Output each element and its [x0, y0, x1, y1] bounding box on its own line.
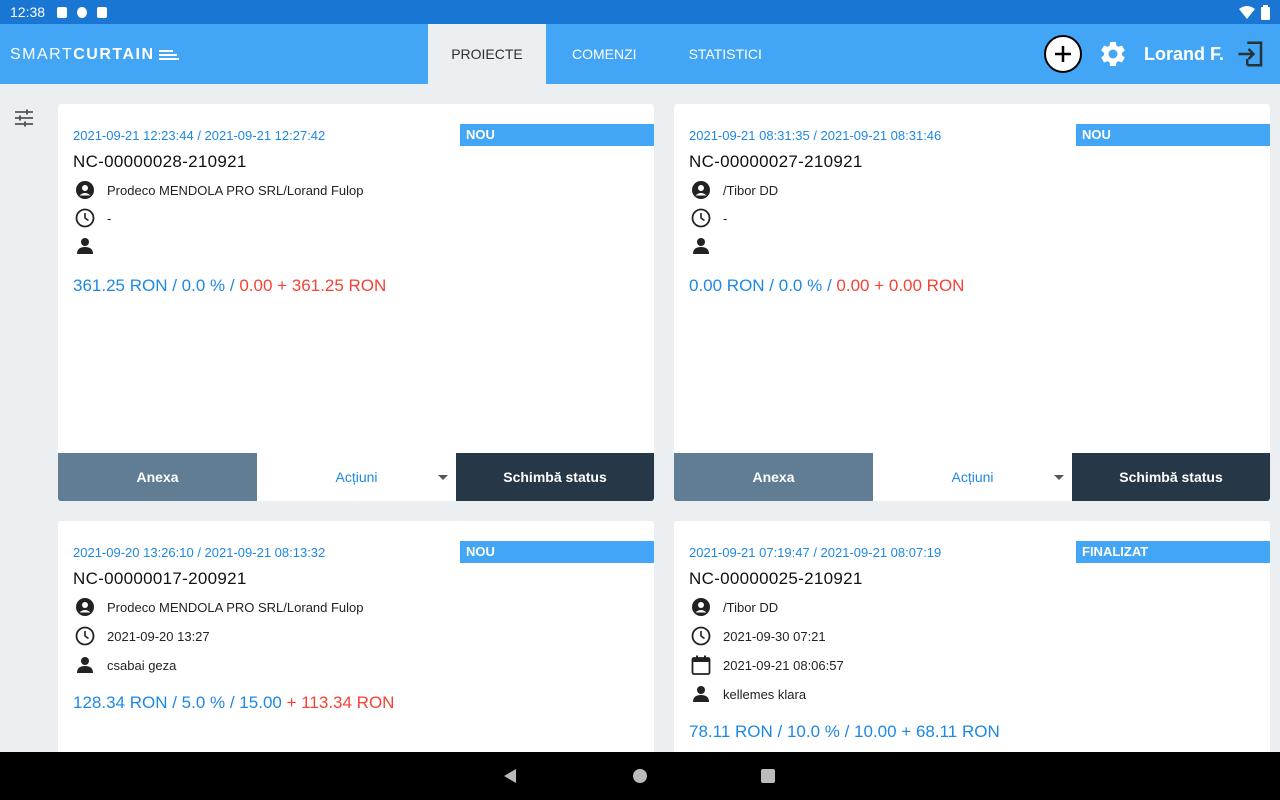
system-status-bar: 12:38	[0, 0, 1280, 24]
project-dates: 2021-09-21 07:19:47 / 2021-09-21 08:07:1…	[689, 545, 942, 560]
system-navigation-bar	[0, 752, 1280, 800]
project-card[interactable]: 2021-09-20 13:26:10 / 2021-09-21 08:13:3…	[58, 521, 654, 752]
person-icon	[693, 238, 709, 254]
gear-icon	[1101, 41, 1125, 66]
status-badge: NOU	[460, 124, 654, 146]
price-summary: 361.25 RON / 0.0 % / 0.00 + 361.25 RON	[73, 276, 387, 295]
logo-bars-icon	[158, 49, 179, 61]
logout-button[interactable]	[1236, 39, 1266, 69]
person-name: kellemes klara	[723, 686, 807, 702]
deadline-value: -	[107, 210, 112, 226]
recent-apps-icon[interactable]	[761, 769, 775, 783]
client-name: /Tibor DD	[723, 599, 779, 615]
status-badge: FINALIZAT	[1076, 541, 1270, 563]
clock-icon	[691, 208, 711, 228]
home-icon[interactable]	[633, 769, 647, 783]
deadline-row: -	[73, 206, 111, 230]
tab-comenzi[interactable]: COMENZI	[546, 24, 663, 84]
clock-icon	[691, 626, 711, 646]
project-code: NC-00000017-200921	[73, 569, 247, 588]
person-icon	[77, 238, 93, 254]
anexa-button[interactable]: Anexa	[58, 453, 257, 501]
client-row: /Tibor DD	[689, 595, 778, 619]
deadline-value: 2021-09-30 07:21	[723, 628, 826, 644]
clock: 12:38	[10, 4, 46, 20]
status-badge: NOU	[460, 541, 654, 563]
price-summary: 0.00 RON / 0.0 % / 0.00 + 0.00 RON	[689, 276, 965, 295]
calendar-icon	[691, 655, 711, 675]
dropdown-arrow-icon	[438, 475, 448, 480]
main-tabs: PROIECTE COMENZI STATISTICI	[428, 24, 788, 84]
card-actions: Anexa Acțiuni Schimbă status	[58, 453, 654, 501]
tune-icon	[15, 109, 33, 127]
price-summary: 128.34 RON / 5.0 % / 15.00 + 113.34 RON	[73, 693, 395, 712]
project-code: NC-00000027-210921	[689, 152, 863, 171]
deadline-value: -	[723, 210, 728, 226]
actiuni-dropdown[interactable]: Acțiuni	[873, 453, 1072, 501]
deadline-value: 2021-09-20 13:27	[107, 628, 210, 644]
filter-button[interactable]	[14, 108, 34, 133]
person-icon	[77, 657, 93, 673]
deadline-row: 2021-09-20 13:27	[73, 624, 210, 648]
person-row: csabai geza	[73, 653, 176, 677]
project-code: NC-00000028-210921	[73, 152, 247, 171]
anexa-button[interactable]: Anexa	[674, 453, 873, 501]
user-name[interactable]: Lorand F.	[1144, 44, 1224, 65]
clock-icon	[75, 208, 95, 228]
finished-row: 2021-09-21 08:06:57	[689, 653, 844, 677]
person-row: kellemes klara	[689, 682, 806, 706]
person-row	[689, 234, 723, 258]
project-dates: 2021-09-21 12:23:44 / 2021-09-21 12:27:4…	[73, 128, 326, 143]
person-row	[73, 234, 107, 258]
client-row: Prodeco MENDOLA PRO SRL/Lorand Fulop	[73, 595, 364, 619]
card-actions: Anexa Acțiuni Schimbă status	[674, 453, 1270, 501]
deadline-row: 2021-09-30 07:21	[689, 624, 826, 648]
app-notification-icon	[77, 6, 88, 18]
project-dates: 2021-09-20 13:26:10 / 2021-09-21 08:13:3…	[73, 545, 326, 560]
plus-icon	[1055, 46, 1071, 62]
actiuni-dropdown[interactable]: Acțiuni	[257, 453, 456, 501]
client-row: Prodeco MENDOLA PRO SRL/Lorand Fulop	[73, 178, 364, 202]
client-row: /Tibor DD	[689, 178, 778, 202]
add-project-button[interactable]	[1044, 35, 1082, 73]
tab-proiecte[interactable]: PROIECTE	[428, 24, 546, 84]
account-circle-icon	[76, 598, 94, 616]
person-icon	[693, 686, 709, 702]
account-circle-icon	[692, 181, 710, 199]
project-dates: 2021-09-21 08:31:35 / 2021-09-21 08:31:4…	[689, 128, 942, 143]
tab-statistici[interactable]: STATISTICI	[663, 24, 788, 84]
notification-icon	[57, 6, 68, 18]
finished-value: 2021-09-21 08:06:57	[723, 657, 844, 673]
client-name: Prodeco MENDOLA PRO SRL/Lorand Fulop	[107, 599, 364, 615]
wifi-icon	[1239, 5, 1255, 19]
account-circle-icon	[692, 598, 710, 616]
project-card[interactable]: 2021-09-21 12:23:44 / 2021-09-21 12:27:4…	[58, 104, 654, 501]
status-badge: NOU	[1076, 124, 1270, 146]
change-status-button[interactable]: Schimbă status	[456, 453, 654, 501]
app-logo: SMART CURTAIN	[10, 46, 179, 64]
change-status-button[interactable]: Schimbă status	[1072, 453, 1270, 501]
client-name: /Tibor DD	[723, 182, 779, 198]
deadline-row: -	[689, 206, 727, 230]
dropdown-arrow-icon	[1054, 475, 1064, 480]
project-card[interactable]: 2021-09-21 07:19:47 / 2021-09-21 08:07:1…	[674, 521, 1270, 752]
project-card[interactable]: 2021-09-21 08:31:35 / 2021-09-21 08:31:4…	[674, 104, 1270, 501]
project-code: NC-00000025-210921	[689, 569, 863, 588]
clock-icon	[75, 626, 95, 646]
price-summary: 78.11 RON / 10.0 % / 10.00 + 68.11 RON	[689, 722, 1000, 741]
app-bar: SMART CURTAIN PROIECTE COMENZI STATISTICI…	[0, 24, 1280, 84]
logout-icon	[1238, 41, 1263, 67]
sd-card-icon	[97, 6, 108, 18]
person-name: csabai geza	[107, 657, 177, 673]
back-icon[interactable]	[504, 769, 516, 783]
settings-button[interactable]	[1098, 39, 1128, 69]
account-circle-icon	[76, 181, 94, 199]
battery-icon	[1261, 4, 1270, 20]
client-name: Prodeco MENDOLA PRO SRL/Lorand Fulop	[107, 182, 364, 198]
